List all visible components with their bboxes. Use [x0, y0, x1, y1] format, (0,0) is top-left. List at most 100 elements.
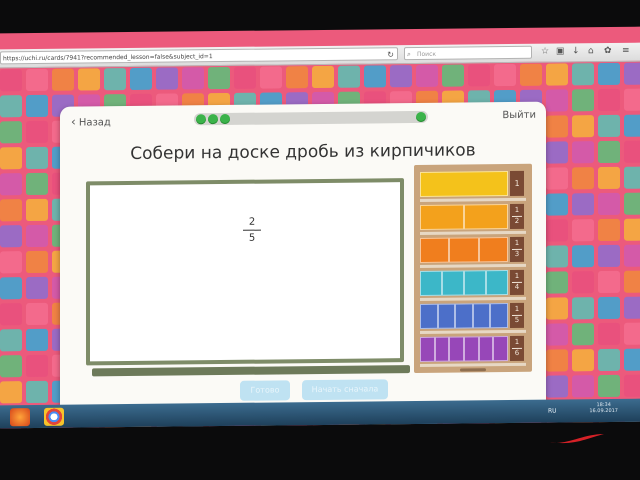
background-tile	[26, 68, 48, 92]
background-tile	[260, 66, 282, 89]
background-tile	[0, 303, 22, 326]
background-tile	[624, 270, 640, 293]
background-tile	[572, 323, 594, 346]
brick-size-label: 14	[510, 269, 524, 296]
fraction-brick[interactable]	[449, 237, 479, 263]
chalkboard[interactable]	[86, 178, 404, 366]
background-tile	[572, 141, 594, 164]
fraction-brick[interactable]	[490, 303, 508, 329]
background-tile	[572, 271, 594, 294]
brick-label-denominator: 4	[512, 281, 522, 292]
done-button[interactable]: Готово	[240, 380, 290, 401]
background-tile	[624, 192, 640, 215]
restart-button[interactable]: Начать сначала	[302, 379, 388, 401]
background-tile	[26, 224, 48, 248]
background-tile	[598, 192, 620, 216]
star-icon[interactable]: ☆	[541, 46, 549, 59]
background-tile	[624, 140, 640, 163]
exit-button[interactable]: Выйти	[502, 110, 536, 121]
background-tile	[234, 66, 256, 89]
background-tile	[546, 193, 568, 216]
shelf-row-1-5: 15	[420, 299, 526, 334]
firefox-icon[interactable]	[10, 408, 30, 427]
brick-size-label: 12	[510, 203, 524, 230]
fraction-brick[interactable]	[478, 237, 508, 263]
brick-size-label: 13	[510, 236, 524, 263]
fraction-brick[interactable]	[472, 303, 491, 329]
background-tile	[52, 68, 74, 91]
fraction-brick[interactable]	[464, 270, 486, 296]
menu-icon[interactable]: ≡	[622, 45, 630, 58]
back-button[interactable]: ‹ Назад	[71, 114, 111, 129]
address-bar[interactable]: https://uchi.ru/cards/7941?recommended_l…	[0, 47, 398, 65]
background-tile	[598, 374, 620, 398]
background-tile	[546, 323, 568, 346]
background-tile	[208, 66, 230, 90]
brick-label-numerator: 1	[514, 178, 520, 188]
background-tile	[312, 65, 334, 89]
brick-label-numerator: 1	[514, 337, 520, 346]
fraction-brick[interactable]	[442, 270, 464, 296]
background-tile	[624, 374, 640, 397]
background-tile	[26, 250, 48, 274]
background-tile	[546, 141, 568, 164]
brick-label-denominator: 6	[512, 347, 522, 358]
language-indicator[interactable]: RU	[548, 408, 557, 415]
background-tile	[598, 244, 620, 268]
background-tile	[364, 65, 386, 88]
fraction-brick[interactable]	[478, 336, 494, 362]
background-tile	[0, 173, 22, 196]
search-bar[interactable]: ⌕ Поиск	[404, 45, 532, 61]
fraction-brick[interactable]	[486, 270, 508, 296]
background-tile	[26, 146, 48, 170]
background-tile	[598, 270, 620, 294]
fraction-brick[interactable]	[464, 336, 479, 362]
background-tile	[598, 296, 620, 320]
fraction-brick[interactable]	[420, 237, 450, 263]
fraction-brick[interactable]	[464, 204, 508, 230]
background-tile	[26, 120, 48, 144]
clipboard-icon[interactable]: ▣	[556, 45, 565, 58]
background-tile	[0, 329, 22, 352]
progress-dot-complete	[208, 114, 218, 125]
fraction-brick[interactable]	[420, 204, 464, 230]
background-tile	[624, 218, 640, 241]
background-tile	[0, 225, 22, 248]
fraction-brick[interactable]	[420, 270, 442, 296]
address-text: https://uchi.ru/cards/7941?recommended_l…	[3, 53, 213, 63]
fraction-brick[interactable]	[437, 303, 456, 329]
progress-dot-current	[416, 111, 426, 122]
fraction-brick[interactable]	[420, 336, 435, 362]
fraction-brick[interactable]	[434, 336, 450, 362]
background-tile	[0, 69, 22, 92]
download-icon[interactable]: ↓	[572, 45, 580, 58]
fraction-brick[interactable]	[455, 303, 473, 329]
fraction-brick[interactable]	[420, 171, 508, 197]
background-tile	[572, 349, 594, 372]
background-tile	[546, 63, 568, 86]
shelf-row-1-6: 16	[420, 332, 526, 367]
brick-label-denominator: 3	[512, 248, 522, 259]
background-tile	[0, 199, 22, 222]
fraction-brick[interactable]	[420, 303, 438, 329]
background-tile	[624, 62, 640, 85]
fraction-brick[interactable]	[449, 336, 464, 362]
background-tile	[598, 322, 620, 346]
home-icon[interactable]: ⌂	[588, 45, 594, 58]
background-tile	[624, 348, 640, 371]
shelf-row-1-3: 13	[420, 233, 526, 268]
extension-icon[interactable]: ✿	[604, 45, 612, 58]
fraction-bar	[243, 229, 261, 231]
chrome-icon[interactable]	[44, 407, 64, 426]
background-tile	[598, 88, 620, 112]
background-tile	[572, 375, 594, 398]
brick-size-label: 1	[510, 170, 524, 197]
search-placeholder: Поиск	[417, 50, 437, 58]
reload-icon[interactable]: ↻	[387, 48, 394, 61]
background-tile	[468, 64, 490, 87]
background-tile	[624, 322, 640, 345]
brick-shelf: 11213141516	[414, 163, 532, 374]
background-tile	[598, 348, 620, 372]
clock[interactable]: 18:34 16.09.2017	[589, 402, 618, 414]
fraction-brick[interactable]	[493, 336, 508, 362]
